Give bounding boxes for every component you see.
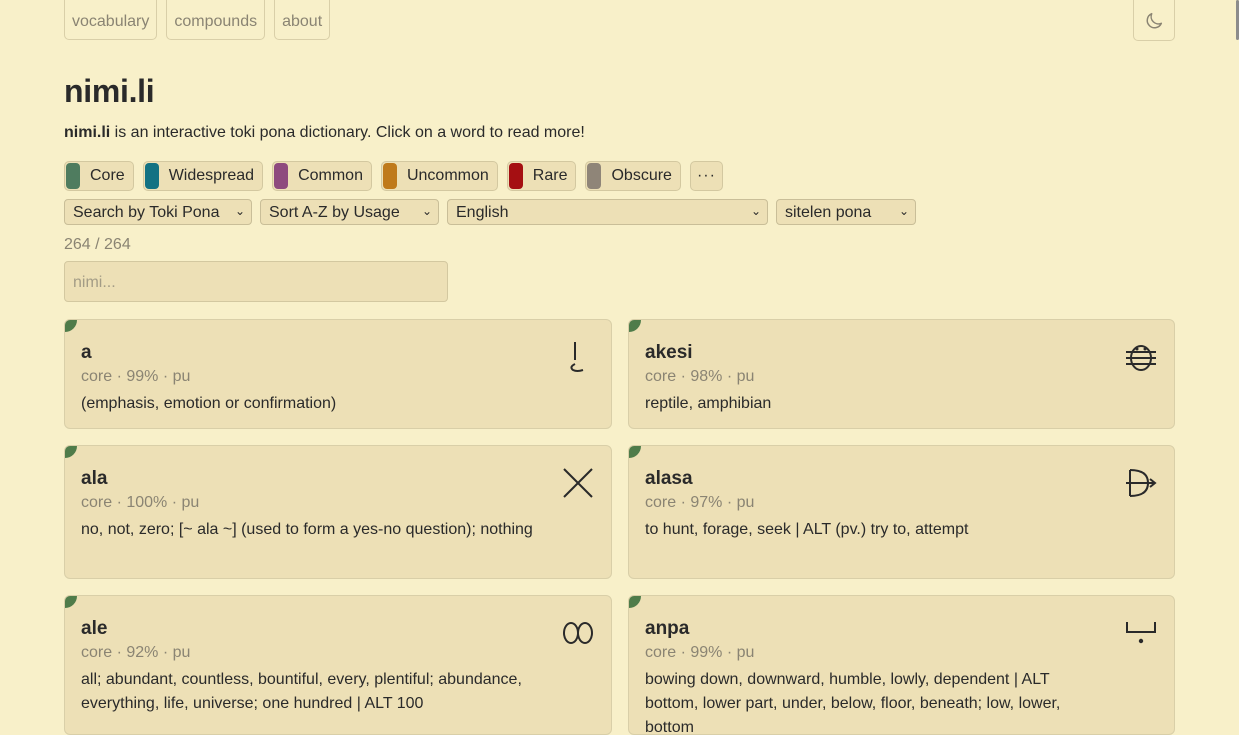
- common-swatch: [274, 163, 289, 189]
- alasa-glyph-icon: [1126, 469, 1157, 497]
- core-leaf-icon: [629, 320, 641, 332]
- filter-uncommon[interactable]: Uncommon: [380, 161, 498, 191]
- word-title: a: [81, 342, 92, 363]
- obscure-swatch: [587, 163, 602, 189]
- intro-text: nimi.li is an interactive toki pona dict…: [64, 124, 585, 142]
- anpa-glyph-icon: [1126, 622, 1156, 644]
- chevron-down-icon: ⌄: [234, 204, 245, 218]
- word-card-ale[interactable]: ale core · 92% · pu all; abundant, count…: [64, 595, 612, 735]
- word-meta: core · 100% · pu: [81, 494, 200, 511]
- word-card-a[interactable]: a core · 99% · pu (emphasis, emotion or …: [64, 319, 612, 429]
- script-select[interactable]: sitelen pona ⌄: [776, 199, 916, 225]
- nav-about[interactable]: about: [274, 0, 331, 40]
- filter-label: Uncommon: [406, 167, 489, 184]
- core-leaf-icon: [629, 596, 641, 608]
- core-swatch: [66, 163, 80, 189]
- filter-common[interactable]: Common: [272, 161, 372, 191]
- word-definition: no, not, zero; [~ ala ~] (used to form a…: [81, 521, 533, 538]
- rare-swatch: [508, 163, 523, 189]
- core-leaf-icon: [65, 446, 77, 458]
- filter-widespread[interactable]: Widespread: [142, 161, 264, 191]
- word-meta: core · 97% · pu: [645, 494, 755, 511]
- widespread-swatch: [144, 163, 159, 189]
- word-title: akesi: [645, 342, 693, 363]
- script-value: sitelen pona: [785, 204, 872, 221]
- filter-label: Core: [90, 167, 125, 184]
- usage-filters: Core Widespread Common Uncommon Rare Obs…: [64, 161, 723, 191]
- language-select[interactable]: English ⌄: [447, 199, 768, 225]
- result-count: 264 / 264: [64, 236, 131, 253]
- moon-icon: [1146, 12, 1163, 29]
- filter-label: Obscure: [611, 167, 672, 184]
- chevron-down-icon: ⌄: [421, 204, 432, 218]
- sort-select[interactable]: Sort A-Z by Usage ⌄: [260, 199, 439, 225]
- filter-core[interactable]: Core: [64, 161, 134, 191]
- word-definition: to hunt, forage, seek | ALT (pv.) try to…: [645, 521, 969, 538]
- filter-label: Common: [298, 167, 363, 184]
- word-definition: (emphasis, emotion or confirmation): [81, 395, 337, 412]
- word-definition: bowing down, downward, humble, lowly, de…: [645, 671, 1061, 735]
- language-value: English: [456, 204, 509, 221]
- sort-value: Sort A-Z by Usage: [269, 204, 400, 221]
- word-meta: core · 98% · pu: [645, 368, 755, 385]
- filter-rare[interactable]: Rare: [506, 161, 577, 191]
- core-leaf-icon: [65, 320, 77, 332]
- core-leaf-icon: [65, 596, 77, 608]
- intro-rest: is an interactive toki pona dictionary. …: [110, 124, 585, 141]
- word-definition: reptile, amphibian: [645, 395, 772, 412]
- word-card-alasa[interactable]: alasa core · 97% · pu to hunt, forage, s…: [628, 445, 1175, 579]
- a-glyph-icon: [570, 342, 584, 372]
- word-title: ale: [81, 618, 108, 639]
- word-meta: core · 99% · pu: [645, 644, 755, 661]
- ale-glyph-icon: [563, 622, 593, 644]
- filter-label: Rare: [532, 167, 568, 184]
- word-card-anpa[interactable]: anpa core · 99% · pu bowing down, downwa…: [628, 595, 1175, 735]
- filter-label: Widespread: [168, 167, 255, 184]
- chevron-down-icon: ⌄: [898, 204, 909, 218]
- nav-compounds[interactable]: compounds: [166, 0, 266, 40]
- core-leaf-icon: [629, 446, 641, 458]
- word-title: alasa: [645, 468, 693, 489]
- akesi-glyph-icon: [1126, 345, 1156, 371]
- uncommon-swatch: [382, 163, 397, 189]
- top-nav: vocabulary compounds about: [64, 0, 331, 40]
- word-card-akesi[interactable]: akesi core · 98% · pu reptile, amphibian: [628, 319, 1175, 429]
- word-card-ala[interactable]: ala core · 100% · pu no, not, zero; [~ a…: [64, 445, 612, 579]
- search-input[interactable]: nimi...: [64, 261, 448, 302]
- word-definition: all; abundant, countless, bountiful, eve…: [81, 671, 522, 712]
- intro-brand: nimi.li: [64, 124, 111, 141]
- word-title: ala: [81, 468, 108, 489]
- word-meta: core · 99% · pu: [81, 368, 191, 385]
- search-by-select[interactable]: Search by Toki Pona ⌄: [64, 199, 252, 225]
- filter-obscure[interactable]: Obscure: [585, 161, 681, 191]
- theme-toggle-button[interactable]: [1133, 0, 1175, 41]
- page-title: nimi.li: [64, 73, 155, 109]
- search-by-value: Search by Toki Pona: [73, 204, 220, 221]
- word-meta: core · 92% · pu: [81, 644, 191, 661]
- word-title: anpa: [645, 618, 690, 639]
- ala-glyph-icon: [563, 468, 593, 498]
- more-filters-button[interactable]: ···: [689, 161, 723, 191]
- nav-vocabulary[interactable]: vocabulary: [64, 0, 158, 40]
- chevron-down-icon: ⌄: [750, 204, 761, 218]
